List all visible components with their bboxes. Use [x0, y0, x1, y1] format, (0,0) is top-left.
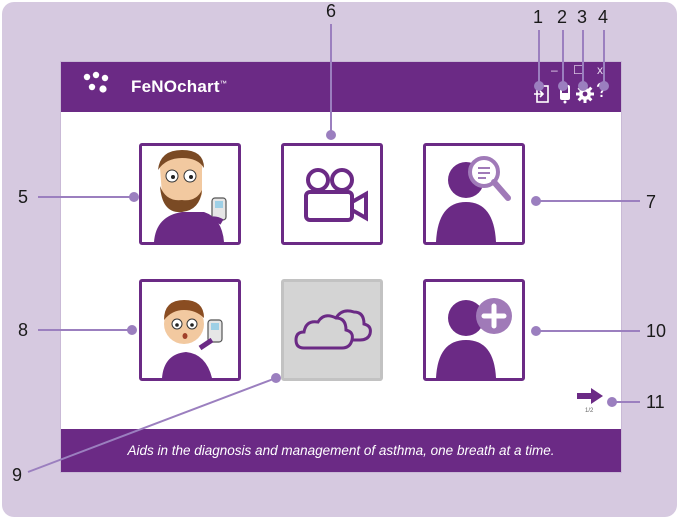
- callout-2: 2: [557, 7, 568, 27]
- callout-4: 4: [598, 7, 609, 27]
- callout-5: 5: [18, 187, 29, 207]
- callout-10: 10: [646, 321, 667, 341]
- callout-11: 11: [646, 392, 665, 412]
- callout-6: 6: [326, 1, 337, 21]
- callout-9: 9: [12, 465, 23, 485]
- callout-7: 7: [646, 192, 657, 212]
- callout-8: 8: [18, 320, 29, 340]
- callout-1: 1: [533, 7, 544, 27]
- callout-3: 3: [577, 7, 588, 27]
- callout-lines: [27, 24, 640, 473]
